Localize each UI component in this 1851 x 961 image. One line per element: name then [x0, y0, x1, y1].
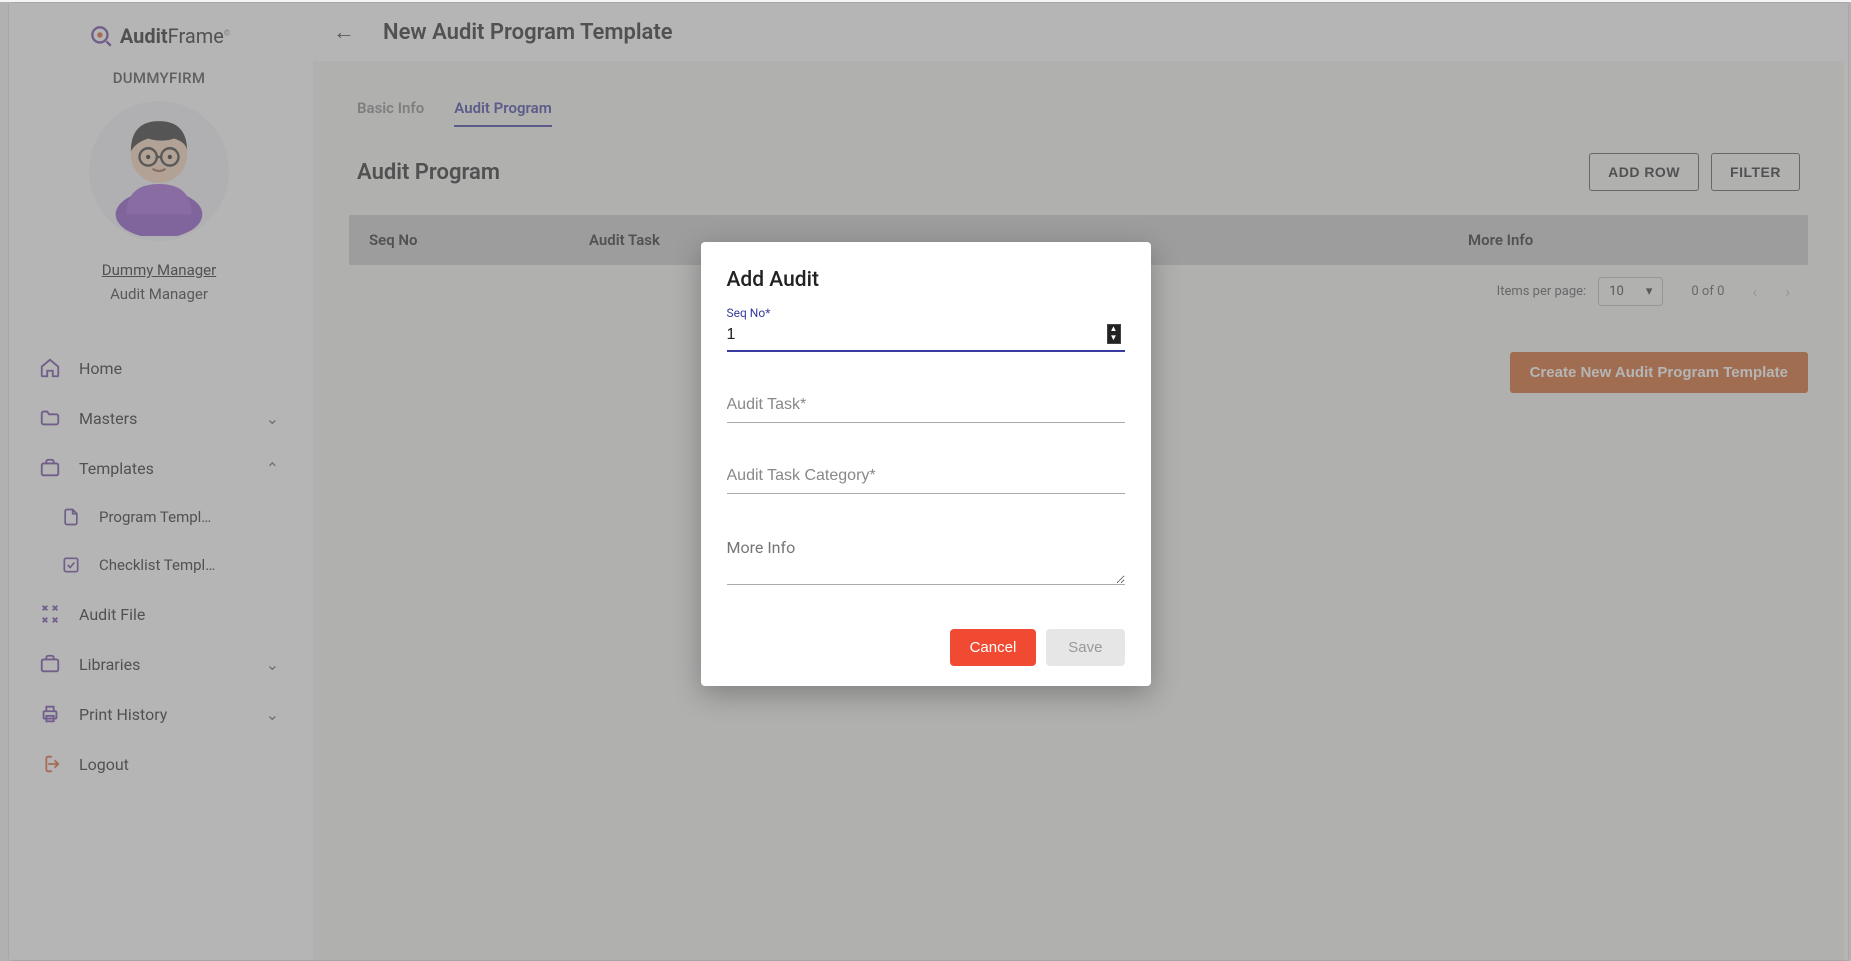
save-button[interactable]: Save	[1046, 629, 1124, 666]
seq-no-input[interactable]	[727, 322, 1125, 352]
modal-overlay[interactable]: Add Audit Seq No* ▲ ▼ Cancel Save	[0, 2, 1851, 961]
more-info-field	[727, 524, 1125, 589]
modal-title: Add Audit	[727, 268, 1125, 292]
audit-task-input[interactable]	[727, 382, 1125, 423]
audit-task-category-input[interactable]	[727, 453, 1125, 494]
number-spinner[interactable]: ▲ ▼	[1107, 324, 1121, 344]
audit-task-category-field	[727, 453, 1125, 494]
cancel-button[interactable]: Cancel	[950, 629, 1037, 666]
seq-no-label: Seq No*	[727, 306, 1125, 320]
add-audit-modal: Add Audit Seq No* ▲ ▼ Cancel Save	[701, 242, 1151, 686]
spinner-down-icon[interactable]: ▼	[1108, 334, 1120, 343]
more-info-textarea[interactable]	[727, 524, 1125, 585]
audit-task-field	[727, 382, 1125, 423]
seq-no-field: Seq No* ▲ ▼	[727, 306, 1125, 352]
